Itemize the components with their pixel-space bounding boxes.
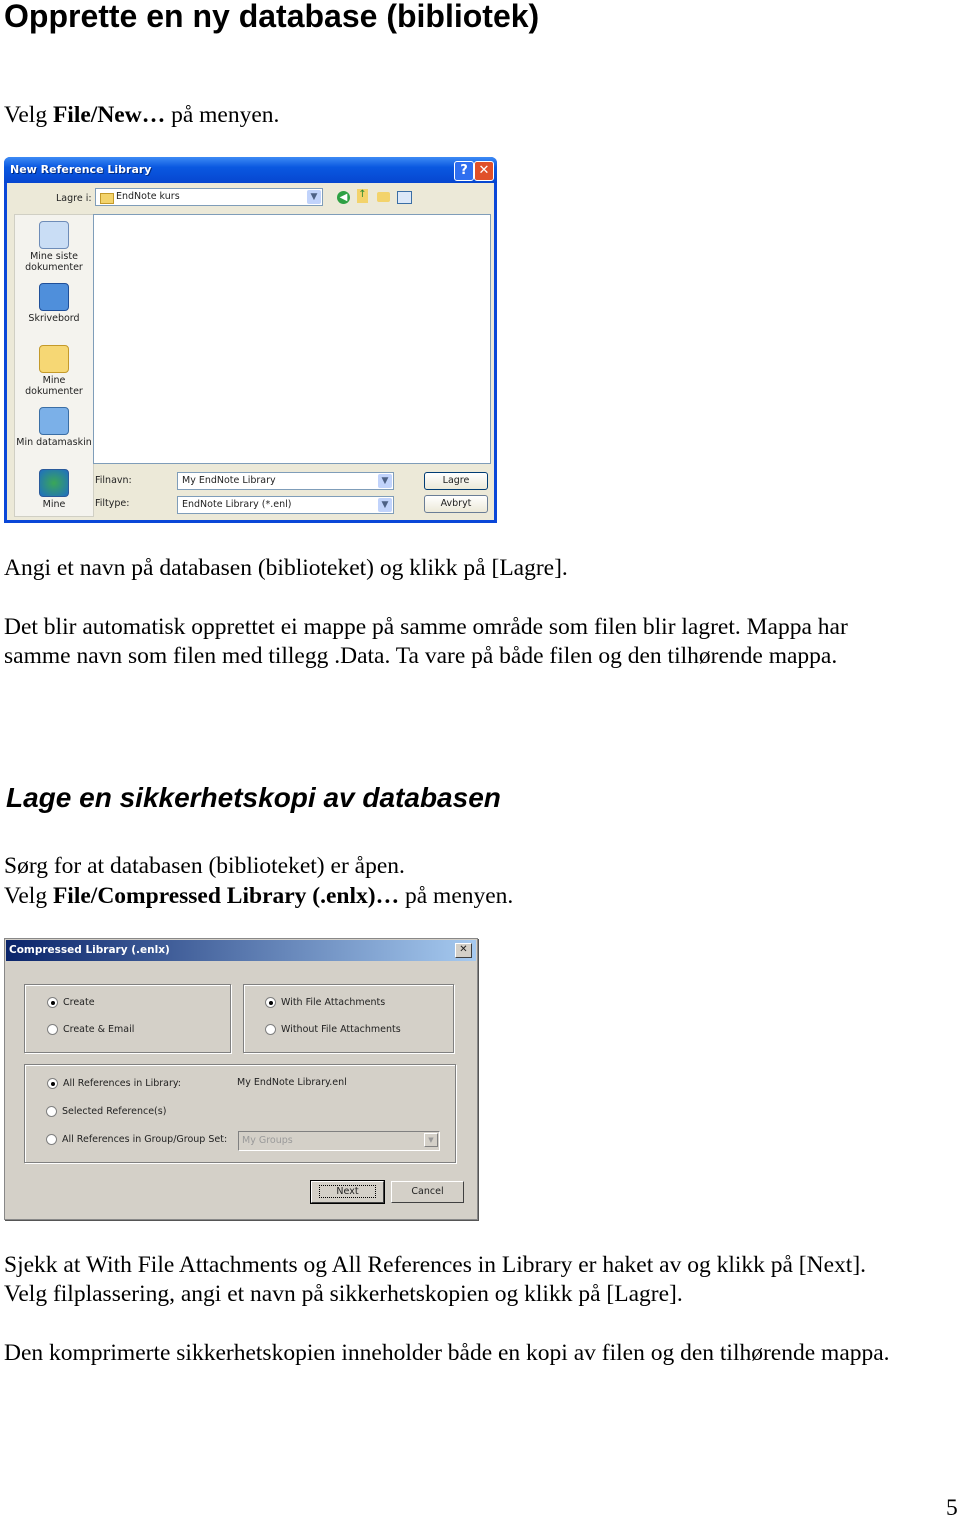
radio-label: Create [63,997,95,1008]
title-bar: New Reference Library ? ✕ [4,157,497,183]
paragraph: Den komprimerte sikkerhetskopien innehol… [4,1340,890,1366]
chevron-down-icon[interactable]: ▼ [424,1133,438,1147]
library-name: My EndNote Library.enl [237,1077,347,1088]
radio-button[interactable] [46,1106,57,1117]
mode-group: Create Create & Email [24,984,231,1053]
filename-label: Filnavn: [95,475,132,486]
place-label: Mine dokumenter [25,375,83,397]
radio-selected-references[interactable]: Selected Reference(s) [46,1106,166,1117]
place-label: Mine [42,499,66,510]
up-folder-icon[interactable]: ↑ [357,189,368,203]
radio-create[interactable]: Create [47,997,95,1008]
save-button[interactable]: Lagre [424,472,488,490]
attachments-group: With File Attachments Without File Attac… [243,984,454,1053]
radio-label: Selected Reference(s) [62,1106,167,1117]
filetype-label: Filtype: [95,498,130,509]
close-icon[interactable]: ✕ [455,943,472,958]
radio-label: Without File Attachments [281,1024,401,1035]
filetype-select[interactable]: EndNote Library (*.enl) ▼ [177,496,394,514]
paragraph: Velg filplassering, angi et navn på sikk… [4,1281,683,1307]
place-desktop[interactable]: Skrivebord [15,283,93,324]
radio-label: All References in Library: [63,1078,182,1089]
paragraph: Velg File/Compressed Library (.enlx)… på… [4,882,513,910]
file-list[interactable] [93,214,491,464]
chevron-down-icon[interactable]: ▼ [378,474,392,488]
help-icon[interactable]: ? [454,161,474,181]
paragraph: Velg File/New… på menyen. [4,101,279,129]
new-folder-icon[interactable] [377,192,390,202]
radio-button[interactable] [47,997,58,1008]
place-recent[interactable]: Mine siste dokumenter [15,221,93,273]
close-icon[interactable]: ✕ [474,161,494,181]
section-heading: Lage en sikkerhetskopi av databasen [6,782,501,813]
place-computer[interactable]: Min datamaskin [15,407,93,448]
next-button[interactable]: Next [310,1180,385,1204]
recent-documents-icon [39,221,69,249]
paragraph: Angi et navn på databasen (biblioteket) … [4,555,568,581]
radio-group-references[interactable]: All References in Group/Group Set: [46,1134,227,1145]
radio-label: All References in Group/Group Set: [62,1134,228,1145]
paragraph: Det blir automatisk opprettet ei mappe p… [4,614,848,640]
radio-label: With File Attachments [281,997,386,1008]
page-title: Opprette en ny database (bibliotek) [4,0,540,34]
place-label: Skrivebord [28,313,80,324]
place-documents[interactable]: Mine dokumenter [15,345,93,397]
save-in-select[interactable]: EndNote kurs ▼ [95,188,323,206]
text: Velg [4,102,53,128]
filetype-value: EndNote Library (*.enl) [182,499,292,510]
save-in-value: EndNote kurs [116,191,180,202]
new-reference-library-dialog: New Reference Library ? ✕ Lagre i: EndNo… [4,157,497,523]
radio-button[interactable] [46,1134,57,1145]
chevron-down-icon[interactable]: ▼ [378,498,392,512]
menu-path: File/Compressed Library (.enlx)… [52,883,400,909]
filename-value: My EndNote Library [182,475,276,486]
group-select[interactable]: My Groups ▼ [238,1131,440,1151]
dialog-title: New Reference Library [10,163,152,176]
scope-group: All References in Library: My EndNote Li… [24,1064,456,1163]
save-in-label: Lagre i: [56,193,92,204]
paragraph: samme navn som filen med tillegg .Data. … [4,643,838,669]
network-icon [39,469,69,497]
title-bar: Compressed Library (.enlx) ✕ [6,940,476,961]
place-network[interactable]: Mine [15,469,93,510]
place-label: Min datamaskin [16,437,92,448]
radio-create-email[interactable]: Create & Email [47,1024,134,1035]
cancel-button[interactable]: Avbryt [424,495,488,513]
paragraph: Sørg for at databasen (biblioteket) er å… [4,853,405,879]
filename-input[interactable]: My EndNote Library ▼ [177,472,394,490]
radio-button[interactable] [47,1078,58,1089]
radio-label: Create & Email [63,1024,135,1035]
my-documents-icon [39,345,69,373]
text: Velg [4,883,53,909]
dialog-title: Compressed Library (.enlx) [9,944,170,956]
radio-all-references[interactable]: All References in Library: [47,1078,181,1089]
place-label: Mine siste dokumenter [25,251,83,273]
folder-icon [100,193,114,204]
next-label: Next [319,1185,376,1198]
dialog-body: Lagre i: EndNote kurs ▼ ◀ ↑ Mine siste d… [7,183,494,520]
my-computer-icon [39,407,69,435]
chevron-down-icon[interactable]: ▼ [307,190,321,204]
paragraph: Sjekk at With File Attachments og All Re… [4,1252,867,1278]
radio-without-attachments[interactable]: Without File Attachments [265,1024,401,1035]
desktop-icon [39,283,69,311]
compressed-library-dialog: Compressed Library (.enlx) ✕ Create Creat… [4,938,478,1220]
places-bar: Mine siste dokumenter Skrivebord Mine do… [14,214,94,517]
radio-button[interactable] [265,1024,276,1035]
view-menu-icon[interactable] [397,191,412,204]
radio-with-attachments[interactable]: With File Attachments [265,997,385,1008]
group-select-value: My Groups [242,1135,293,1146]
radio-button[interactable] [47,1024,58,1035]
text: på menyen. [399,883,514,909]
cancel-button[interactable]: Cancel [391,1181,464,1203]
radio-button[interactable] [265,997,276,1008]
text: på menyen. [165,102,280,128]
back-icon[interactable]: ◀ [337,191,350,204]
menu-path: File/New… [52,102,166,128]
